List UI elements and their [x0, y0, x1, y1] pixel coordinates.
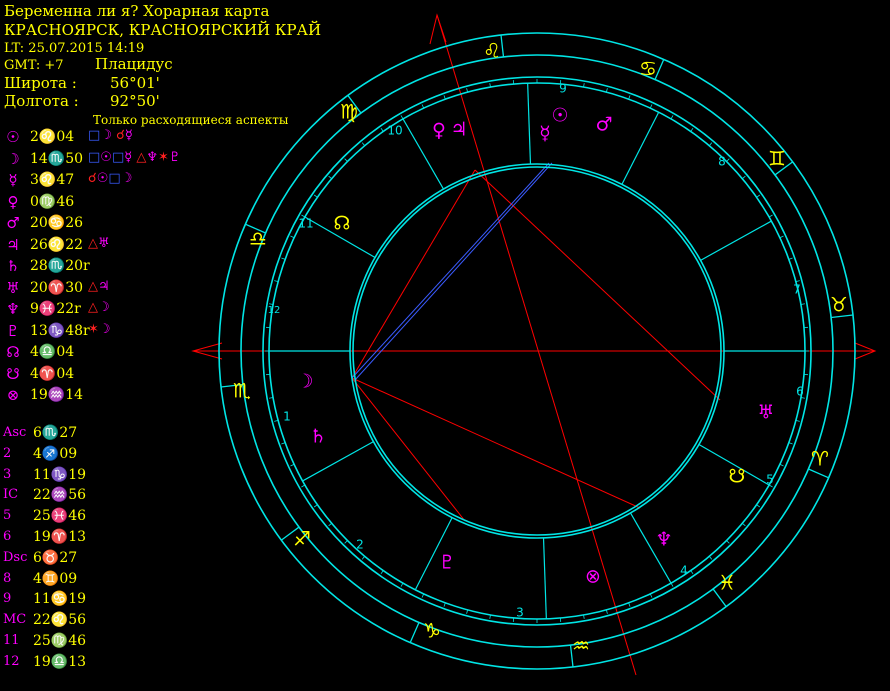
house-number: 10	[387, 124, 402, 138]
degree-tick	[400, 582, 404, 587]
house-number: 12	[268, 305, 281, 316]
pluto-icon: ♇	[438, 552, 455, 574]
zodiac-sign-icon: ♏	[233, 379, 251, 403]
zodiac-sign-icon: ♑	[423, 619, 441, 643]
jupiter-icon: ♃	[450, 119, 467, 141]
house-number: 6	[796, 385, 804, 399]
degree-tick	[344, 540, 348, 544]
house-cusp-line	[542, 537, 547, 619]
aspect-line	[351, 377, 641, 509]
degree-tick	[421, 104, 425, 109]
degree-tick	[290, 235, 295, 239]
degree-tick	[380, 570, 384, 575]
degree-tick	[400, 115, 404, 120]
mars-icon: ♂	[595, 114, 612, 136]
degree-tick	[779, 463, 784, 467]
degree-tick	[742, 522, 746, 527]
sign-divider	[409, 622, 420, 643]
house-number: 4	[680, 564, 688, 578]
degree-tick	[361, 556, 366, 560]
trine-line	[351, 162, 550, 379]
saturn-icon: ♄	[309, 426, 326, 448]
degree-tick	[690, 570, 694, 575]
degree-tick	[290, 463, 295, 467]
degree-tick	[361, 142, 366, 146]
house-number: 9	[559, 82, 567, 96]
trine-line	[354, 162, 553, 381]
degree-tick	[313, 194, 318, 198]
degree-tick	[756, 504, 761, 508]
zodiac-sign-icon: ♊	[768, 147, 786, 171]
degree-tick	[301, 484, 306, 488]
degree-tick	[421, 593, 425, 598]
degree-tick	[328, 522, 332, 527]
zodiac-sign-icon: ♐	[293, 527, 311, 551]
degree-tick	[742, 175, 746, 180]
zodiac-sign-icon: ♒	[572, 634, 590, 658]
mc-arrow-icon	[429, 13, 447, 45]
zodiac-sign-icon: ♋	[639, 57, 657, 81]
degree-tick	[779, 235, 784, 239]
degree-tick	[726, 540, 730, 544]
degree-tick	[768, 214, 773, 218]
chart-wheel: ♏♐♑♒♓♈♉♊♋♌♍♎ 123456789101112 ☽♄♇⊗♆☋♅☊♀ ♃ ☿…	[191, 13, 877, 676]
degree-tick	[328, 175, 332, 180]
node-n-icon: ☊	[334, 213, 351, 235]
fortune-icon: ⊗	[585, 566, 601, 588]
sign-divider	[500, 34, 505, 57]
house-cusp-line	[302, 441, 374, 482]
degree-tick	[670, 115, 674, 120]
house-cusp-line	[621, 111, 660, 185]
mercury-icon: ☿	[539, 123, 551, 145]
zodiac-sign-icon: ♓	[718, 571, 736, 595]
aspect-line	[474, 169, 721, 401]
degree-tick	[690, 127, 694, 132]
house-cusp-line	[527, 83, 532, 165]
zodiac-sign-icon: ♉	[830, 293, 848, 317]
degree-tick	[649, 593, 653, 598]
house-number: 7	[793, 283, 801, 297]
node-s-icon: ☋	[729, 466, 746, 488]
degree-tick	[649, 104, 653, 109]
degree-tick	[670, 582, 674, 587]
sun-icon: ☉	[551, 105, 568, 127]
degree-tick	[380, 127, 384, 132]
aspect-line	[351, 377, 466, 522]
house-number: 5	[766, 473, 774, 487]
house-number: 3	[516, 606, 524, 620]
degree-tick	[756, 194, 761, 198]
house-number: 1	[283, 410, 291, 424]
degree-tick	[344, 158, 348, 162]
house-number: 2	[356, 538, 364, 552]
degree-tick	[708, 142, 713, 146]
neptune-icon: ♆	[655, 529, 672, 551]
house-number: 11	[298, 217, 313, 231]
venus-icon: ♀	[432, 120, 446, 142]
degree-tick	[708, 556, 713, 560]
zodiac-sign-icon: ♍	[340, 100, 358, 124]
degree-tick	[313, 504, 318, 508]
degree-tick	[726, 158, 730, 162]
zodiac-sign-icon: ♌	[483, 39, 501, 63]
house-number: 8	[718, 155, 726, 169]
house-cusp-line	[700, 220, 772, 261]
uranus-icon: ♅	[757, 402, 774, 424]
moon-icon: ☽	[296, 371, 313, 393]
zodiac-sign-icon: ♈	[811, 447, 829, 471]
zodiac-sign-icon: ♎	[249, 227, 267, 251]
